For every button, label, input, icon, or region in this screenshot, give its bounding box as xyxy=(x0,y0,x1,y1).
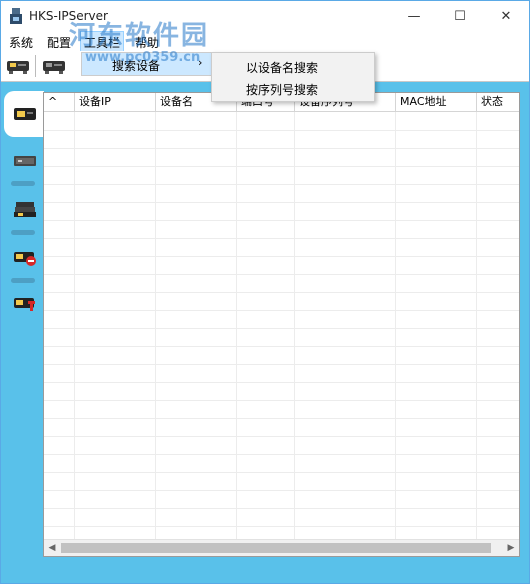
menu-help[interactable]: 帮助 xyxy=(135,34,159,51)
column-header-device-ip[interactable]: 设备IP xyxy=(75,93,156,111)
title-bar: HKS-IPServer — ☐ ✕ xyxy=(1,1,529,31)
grid-row-line xyxy=(44,526,519,527)
device-connect-icon[interactable] xyxy=(5,56,31,76)
grid-row-line xyxy=(44,202,519,203)
close-button[interactable]: ✕ xyxy=(483,1,529,31)
grid-row-line xyxy=(44,382,519,383)
device-remove-icon[interactable] xyxy=(13,249,37,267)
column-header-status[interactable]: 状态 xyxy=(477,93,519,111)
chevron-right-icon: › xyxy=(198,56,203,69)
grid-row-line xyxy=(44,490,519,491)
menu-system[interactable]: 系统 xyxy=(9,34,33,51)
grid-row-line xyxy=(44,292,519,293)
scroll-thumb[interactable] xyxy=(61,543,491,553)
grid-row-line xyxy=(44,130,519,131)
grid-row-line xyxy=(44,220,519,221)
window-title: HKS-IPServer xyxy=(29,9,108,23)
scroll-left-icon[interactable]: ◀ xyxy=(44,540,60,556)
sidebar-divider xyxy=(11,230,35,235)
grid-row-line xyxy=(44,436,519,437)
menu-item-search-device-label: 搜索设备 xyxy=(112,59,161,73)
grid-row-line xyxy=(44,400,519,401)
minimize-button[interactable]: — xyxy=(391,1,437,31)
scroll-right-icon[interactable]: ▶ xyxy=(503,540,519,556)
grid-row-line xyxy=(44,346,519,347)
grid-row-line xyxy=(44,328,519,329)
sidebar-divider xyxy=(11,278,35,283)
grid-row-line xyxy=(44,364,519,365)
grid-column-line xyxy=(74,112,75,539)
grid-column-line xyxy=(294,112,295,539)
device-sidebar xyxy=(1,85,44,575)
menu-item-label: 以设备名搜索 xyxy=(246,61,319,75)
device-single-icon[interactable] xyxy=(13,152,37,170)
app-icon xyxy=(10,8,22,24)
device-alarm-icon[interactable] xyxy=(13,295,37,313)
grid-column-line xyxy=(395,112,396,539)
grid-row-line xyxy=(44,472,519,473)
device-group-icon[interactable] xyxy=(13,201,37,219)
menu-bar: 系统 配置 工具栏 帮助 xyxy=(1,31,529,54)
horizontal-scrollbar[interactable]: ◀ ▶ xyxy=(44,539,519,556)
grid-column-line xyxy=(476,112,477,539)
column-header-sort[interactable]: ^ xyxy=(44,93,75,111)
grid-column-line xyxy=(155,112,156,539)
app-window: HKS-IPServer — ☐ ✕ 系统 配置 工具栏 帮助 ^ 设备IP 设… xyxy=(0,0,530,584)
device-list-icon[interactable] xyxy=(13,105,37,123)
grid-row-line xyxy=(44,508,519,509)
device-table: ^ 设备IP 设备名 端口号 设备序列号 MAC地址 状态 ◀ ▶ xyxy=(43,92,520,557)
grid-row-line xyxy=(44,256,519,257)
sidebar-divider xyxy=(11,181,35,186)
device-disconnect-icon[interactable] xyxy=(41,56,67,76)
grid-column-line xyxy=(236,112,237,539)
menu-item-search-by-name[interactable]: 以设备名搜索 xyxy=(212,55,374,77)
toolbar-separator xyxy=(35,55,36,77)
menu-config[interactable]: 配置 xyxy=(47,34,71,51)
grid-row-line xyxy=(44,274,519,275)
grid-row-line xyxy=(44,184,519,185)
menu-item-search-by-serial[interactable]: 按序列号搜索 xyxy=(212,77,374,99)
toolbar-dropdown-menu: 搜索设备 › xyxy=(81,52,213,76)
grid-row-line xyxy=(44,148,519,149)
grid-row-line xyxy=(44,166,519,167)
grid-row-line xyxy=(44,454,519,455)
maximize-button[interactable]: ☐ xyxy=(437,1,483,31)
menu-item-label: 按序列号搜索 xyxy=(246,83,319,97)
grid-row-line xyxy=(44,418,519,419)
grid-row-line xyxy=(44,238,519,239)
grid-row-line xyxy=(44,310,519,311)
search-flyout-menu: 以设备名搜索 按序列号搜索 xyxy=(211,52,375,102)
menu-item-search-device[interactable]: 搜索设备 › xyxy=(82,53,212,75)
column-header-mac[interactable]: MAC地址 xyxy=(396,93,477,111)
